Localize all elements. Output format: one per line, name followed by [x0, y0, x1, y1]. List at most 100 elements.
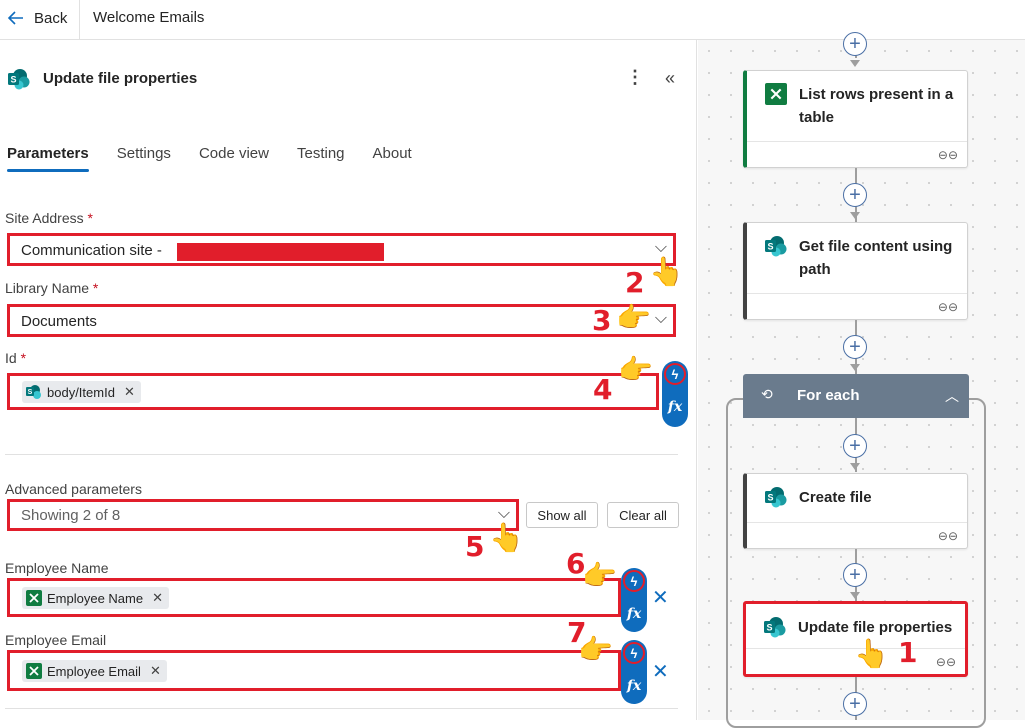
for-each-header[interactable]: ⟲ For each ︿ [743, 374, 969, 418]
site-address-dropdown[interactable]: Communication site - ⌵ [7, 233, 676, 266]
divider [79, 0, 80, 40]
chevron-up-icon[interactable]: ︿ [945, 386, 959, 406]
top-bar: Back Welcome Emails [0, 0, 1025, 40]
chevron-down-icon: ⌵ [497, 505, 510, 522]
add-step-button[interactable]: + [843, 563, 867, 587]
dynamic-token: Employee Email ✕ [22, 660, 167, 682]
for-each-title: For each [797, 387, 860, 404]
action-details-panel: S Update file properties ⋮ « Parameters … [0, 40, 697, 720]
chevron-down-icon: ⌵ [654, 239, 667, 256]
lightning-icon[interactable]: ϟ [623, 570, 645, 592]
id-label: Id * [5, 350, 27, 366]
dynamic-content-expression-pill: ϟ fx [621, 640, 647, 704]
divider [5, 454, 678, 455]
employee-email-input[interactable]: Employee Email ✕ [7, 650, 621, 691]
tab-bar: Parameters Settings Code view Testing Ab… [7, 145, 412, 172]
lightning-icon[interactable]: ϟ [664, 363, 686, 385]
library-name-dropdown[interactable]: Documents ⌵ [7, 304, 676, 337]
remove-parameter-icon[interactable]: ✕ [652, 659, 669, 684]
link-icon: ⊖⊖ [935, 655, 956, 669]
back-button[interactable]: Back [6, 8, 67, 28]
annotation-number: 4 [593, 373, 613, 406]
pointing-hand-icon: 👉 [618, 354, 653, 385]
token-label: Employee Email [47, 663, 141, 679]
connector-arrow [850, 364, 860, 371]
fx-icon[interactable]: fx [662, 399, 688, 415]
pointing-hand-icon: 👆 [489, 522, 524, 553]
connector-arrow [850, 592, 860, 599]
tab-parameters[interactable]: Parameters [7, 145, 89, 172]
link-icon: ⊖⊖ [937, 300, 958, 314]
remove-token-icon[interactable]: ✕ [152, 590, 163, 606]
sharepoint-icon: S [8, 69, 30, 90]
show-all-button[interactable]: Show all [526, 502, 598, 528]
link-icon: ⊖⊖ [937, 529, 958, 543]
connector-arrow [850, 60, 860, 67]
action-card-create-file[interactable]: S Create file ⊖⊖ [743, 473, 968, 549]
more-options-icon[interactable]: ⋮ [626, 68, 644, 86]
pointing-hand-icon: 👉 [616, 302, 651, 333]
action-card-get-file-content[interactable]: S Get file content using path ⊖⊖ [743, 222, 968, 320]
remove-token-icon[interactable]: ✕ [150, 663, 161, 679]
tab-about[interactable]: About [373, 145, 412, 172]
excel-icon [765, 83, 787, 105]
connector-arrow [850, 463, 860, 470]
employee-name-input[interactable]: Employee Name ✕ [7, 578, 621, 617]
pointing-hand-icon: 👉 [578, 634, 613, 665]
advanced-parameters-label: Advanced parameters [5, 481, 142, 497]
add-step-button[interactable]: + [843, 32, 867, 56]
pointing-hand-icon: 👆 [649, 256, 684, 287]
site-address-label: Site Address * [5, 210, 93, 226]
employee-email-label: Employee Email [5, 632, 107, 648]
annotation-number: 2 [625, 266, 645, 299]
link-icon: ⊖⊖ [937, 148, 958, 162]
employee-name-label: Employee Name [5, 560, 109, 576]
card-footer: ⊖⊖ [747, 522, 967, 548]
tab-testing[interactable]: Testing [297, 145, 345, 172]
action-card-list-rows[interactable]: List rows present in a table ⊖⊖ [743, 70, 968, 168]
card-title: Update file properties [798, 619, 953, 636]
back-label: Back [34, 9, 68, 27]
add-step-button[interactable]: + [843, 335, 867, 359]
site-address-value: Communication site - [21, 242, 162, 259]
dynamic-token: S body/ItemId ✕ [22, 381, 141, 403]
remove-parameter-icon[interactable]: ✕ [652, 585, 669, 610]
loop-icon: ⟲ [761, 386, 773, 402]
card-footer: ⊖⊖ [747, 293, 967, 319]
svg-text:S: S [766, 623, 772, 633]
add-step-button[interactable]: + [843, 434, 867, 458]
panel-title: Update file properties [43, 70, 198, 87]
tab-code-view[interactable]: Code view [199, 145, 269, 172]
fx-icon[interactable]: fx [621, 678, 647, 694]
advanced-parameters-dropdown[interactable]: Showing 2 of 8 ⌵ [7, 499, 519, 531]
svg-text:S: S [767, 242, 773, 252]
collapse-panel-icon[interactable]: « [665, 68, 675, 89]
excel-icon [26, 590, 42, 606]
annotation-number: 5 [465, 530, 485, 563]
excel-icon [26, 663, 42, 679]
connector-arrow [850, 212, 860, 219]
lightning-icon[interactable]: ϟ [623, 642, 645, 664]
sharepoint-icon: S [26, 385, 41, 399]
dynamic-content-expression-pill: ϟ fx [621, 568, 647, 632]
divider [5, 708, 678, 709]
annotation-number: 3 [592, 304, 612, 337]
id-input[interactable]: S body/ItemId ✕ [7, 373, 659, 410]
svg-text:S: S [28, 389, 33, 396]
dynamic-content-expression-pill: ϟ fx [662, 361, 688, 427]
library-name-value: Documents [21, 313, 97, 330]
annotation-number: 1 [898, 636, 918, 669]
add-step-button[interactable]: + [843, 692, 867, 716]
library-name-label: Library Name * [5, 280, 99, 296]
sharepoint-icon: S [765, 487, 787, 508]
redaction-bar [177, 243, 384, 261]
remove-token-icon[interactable]: ✕ [124, 384, 135, 400]
tab-settings[interactable]: Settings [117, 145, 171, 172]
chevron-down-icon: ⌵ [654, 310, 667, 327]
fx-icon[interactable]: fx [621, 606, 647, 622]
advanced-parameters-value: Showing 2 of 8 [21, 507, 121, 524]
clear-all-button[interactable]: Clear all [607, 502, 679, 528]
token-label: body/ItemId [47, 384, 115, 400]
add-step-button[interactable]: + [843, 183, 867, 207]
token-label: Employee Name [47, 590, 144, 606]
